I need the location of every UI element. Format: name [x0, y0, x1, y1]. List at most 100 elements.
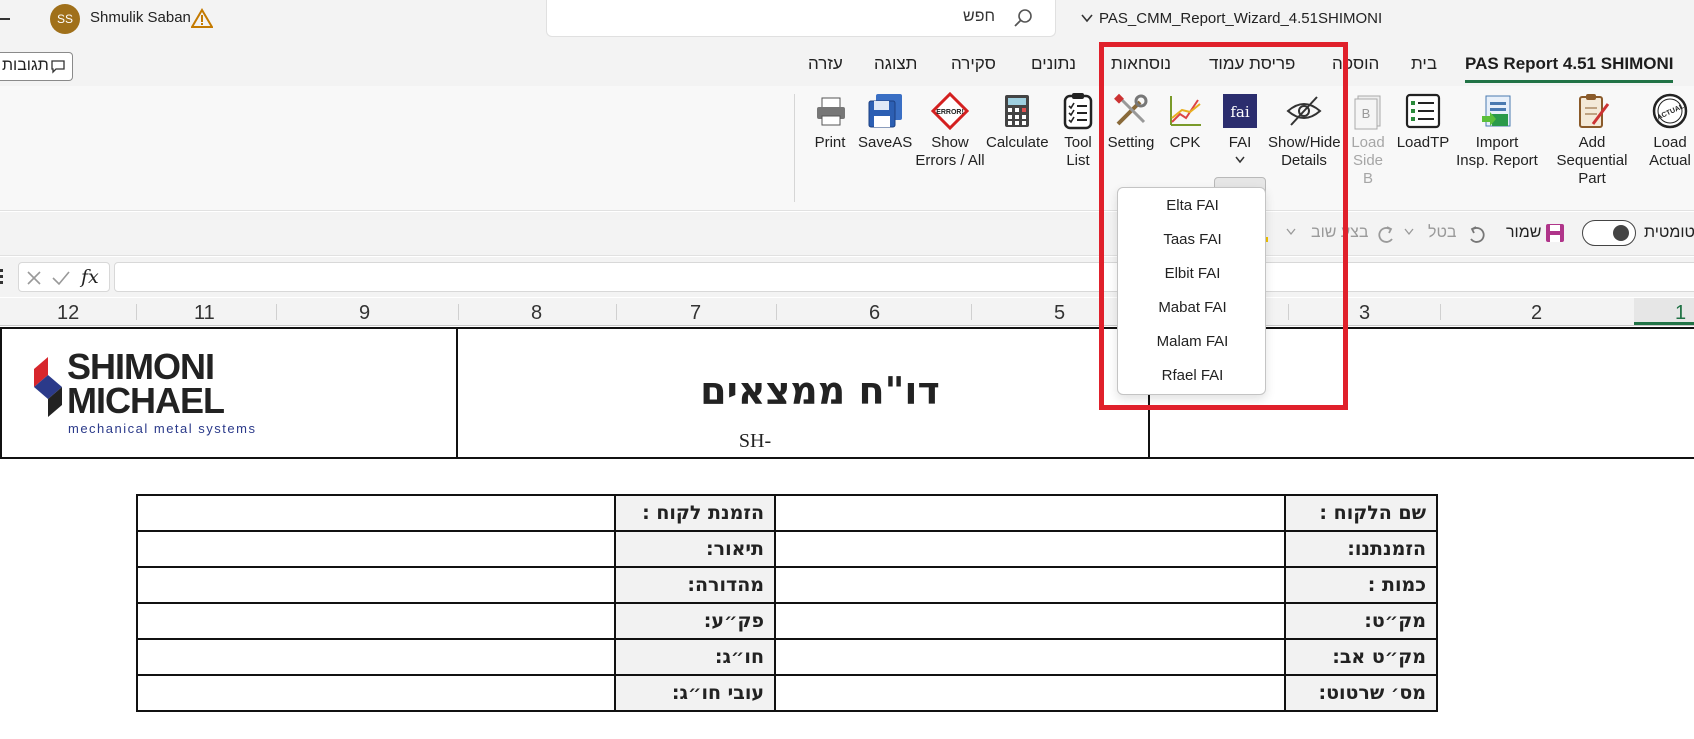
add-sequential-part-button[interactable]: Add Sequential Part [1542, 92, 1642, 188]
left-label-cell: תיאור: [614, 530, 776, 568]
comment-icon [51, 60, 65, 74]
autosave-label: טומטית [1644, 224, 1694, 241]
search-box[interactable]: חפש [546, 0, 1056, 37]
error-icon: ERROR! [931, 92, 969, 130]
load-side-b-button[interactable]: B Load Side B [1348, 92, 1388, 188]
calculator-icon [1005, 95, 1029, 127]
redo-icon[interactable] [1376, 224, 1398, 244]
save-icon[interactable] [1545, 223, 1565, 243]
actual-stamp-icon: ACTUAL [1652, 93, 1688, 129]
left-value-cell[interactable] [136, 674, 616, 712]
user-name: Shmulik Saban [90, 9, 191, 26]
highlight-box [1099, 42, 1348, 410]
show-errors-button[interactable]: ERROR! Show Errors / All [912, 92, 988, 170]
import-report-icon [1482, 95, 1511, 127]
column-header[interactable]: 7 [690, 302, 701, 325]
clipboard-pencil-icon [1579, 94, 1610, 128]
tab-home[interactable]: בית [1411, 54, 1437, 74]
right-label-cell: מס׳ שרטוט: [1284, 674, 1438, 712]
form-row: פק״ע: מק״ט: [136, 602, 1438, 640]
right-value-cell[interactable] [774, 494, 1286, 532]
left-label-cell: מהדורה: [614, 566, 776, 604]
calculate-button[interactable]: Calculate [986, 92, 1049, 152]
column-header[interactable]: 8 [531, 302, 542, 325]
import-insp-report-button[interactable]: Import Insp. Report [1450, 92, 1544, 170]
form-row: תיאור: הזמנתנו: [136, 530, 1438, 568]
tab-help[interactable]: עזרה [808, 54, 843, 74]
form-row: עובי חו״ג: מס׳ שרטוט: [136, 674, 1438, 712]
tab-view[interactable]: תצוגה [874, 54, 917, 74]
left-label-cell: הזמנת לקוח : [614, 494, 776, 532]
comments-button[interactable]: תגובות [0, 52, 73, 81]
report-details-table: הזמנת לקוח : שם הלקוח : תיאור: הזמנתנו: מהדו… [136, 494, 1438, 712]
column-header[interactable]: 6 [869, 302, 880, 325]
saveas-button[interactable]: SaveAS [858, 92, 912, 152]
column-header[interactable]: 5 [1054, 302, 1065, 325]
cancel-icon[interactable] [25, 269, 43, 287]
left-label-cell: עובי חו״ג: [614, 674, 776, 712]
left-label-cell: פק״ע: [614, 602, 776, 640]
search-placeholder: חפש [963, 8, 995, 25]
company-logo: SHIMONI MICHAEL mechanical metal systems [32, 345, 282, 441]
chevron-down-icon[interactable] [1404, 228, 1414, 236]
tab-review[interactable]: סקירה [951, 54, 996, 74]
left-value-cell[interactable] [136, 494, 616, 532]
right-value-cell[interactable] [774, 638, 1286, 676]
ribbon-tab-bar: תגובות עזרה תצוגה סקירה נתונים נוסחאות פ… [0, 40, 1694, 86]
column-header[interactable]: 9 [359, 302, 370, 325]
warning-icon[interactable] [191, 8, 213, 28]
formula-controls: fx [18, 262, 110, 292]
title-bar: SS Shmulik Saban חפש PAS_CMM_Report_Wiza… [0, 0, 1694, 40]
print-button[interactable]: Print [812, 92, 848, 152]
autosave-toggle[interactable] [1582, 220, 1636, 246]
form-row: מהדורה: כמות : [136, 566, 1438, 604]
avatar[interactable]: SS [50, 4, 80, 34]
ribbon: Print SaveAS ERROR! Show Errors / All Ca… [0, 86, 1694, 273]
chevron-down-icon[interactable] [1080, 12, 1094, 24]
left-value-cell[interactable] [136, 602, 616, 640]
column-header[interactable]: 2 [1531, 302, 1542, 325]
report-number: SH- [738, 430, 772, 452]
undo-label[interactable]: בטל [1428, 224, 1457, 242]
tool-list-button[interactable]: Tool List [1058, 92, 1098, 170]
more-icon[interactable] [0, 269, 4, 285]
right-value-cell[interactable] [774, 674, 1286, 712]
logo-tagline: mechanical metal systems [68, 421, 257, 436]
form-row: חו״ג: מק״ט אב: [136, 638, 1438, 676]
formula-input[interactable] [114, 262, 1694, 292]
right-value-cell[interactable] [774, 530, 1286, 568]
report-title: דו"ח ממצאים [700, 369, 940, 413]
quick-access-toolbar: בצע שוב בטל שמור טומטית [0, 212, 1694, 256]
left-value-cell[interactable] [136, 566, 616, 604]
checklist-icon [1405, 93, 1441, 129]
file-name[interactable]: PAS_CMM_Report_Wizard_4.51SHIMONI [1099, 10, 1382, 27]
column-header[interactable]: 11 [194, 302, 215, 325]
right-label-cell: כמות : [1284, 566, 1438, 604]
enter-check-icon[interactable] [51, 269, 71, 287]
form-row: הזמנת לקוח : שם הלקוח : [136, 494, 1438, 532]
ribbon-divider [794, 94, 795, 202]
column-header[interactable]: 12 [57, 302, 79, 325]
load-actual-button[interactable]: ACTUAL Load Actual [1644, 92, 1694, 170]
svg-text:B: B [1362, 106, 1371, 121]
column-headers: 12 11 9 8 7 6 5 3 2 1 [0, 298, 1694, 326]
floppy-disk-icon [868, 94, 902, 128]
left-value-cell[interactable] [136, 638, 616, 676]
tab-pas-report[interactable]: PAS Report 4.51 SHIMONI [1465, 54, 1674, 83]
right-label-cell: מק״ט אב: [1284, 638, 1438, 676]
right-label-cell: הזמנתנו: [1284, 530, 1438, 568]
right-value-cell[interactable] [774, 602, 1286, 640]
left-value-cell[interactable] [136, 530, 616, 568]
printer-icon [817, 97, 845, 126]
minimize-icon[interactable] [0, 18, 10, 20]
column-header[interactable]: 3 [1359, 302, 1370, 325]
loadtp-button[interactable]: LoadTP [1396, 92, 1450, 152]
right-label-cell: מק״ט: [1284, 602, 1438, 640]
column-header-selected[interactable]: 1 [1634, 298, 1694, 325]
logo-line-2: MICHAEL [67, 380, 225, 421]
right-value-cell[interactable] [774, 566, 1286, 604]
fx-icon[interactable]: fx [81, 266, 99, 288]
save-label[interactable]: שמור [1506, 224, 1541, 242]
tab-data[interactable]: נתונים [1031, 54, 1076, 74]
undo-icon[interactable] [1465, 224, 1487, 244]
